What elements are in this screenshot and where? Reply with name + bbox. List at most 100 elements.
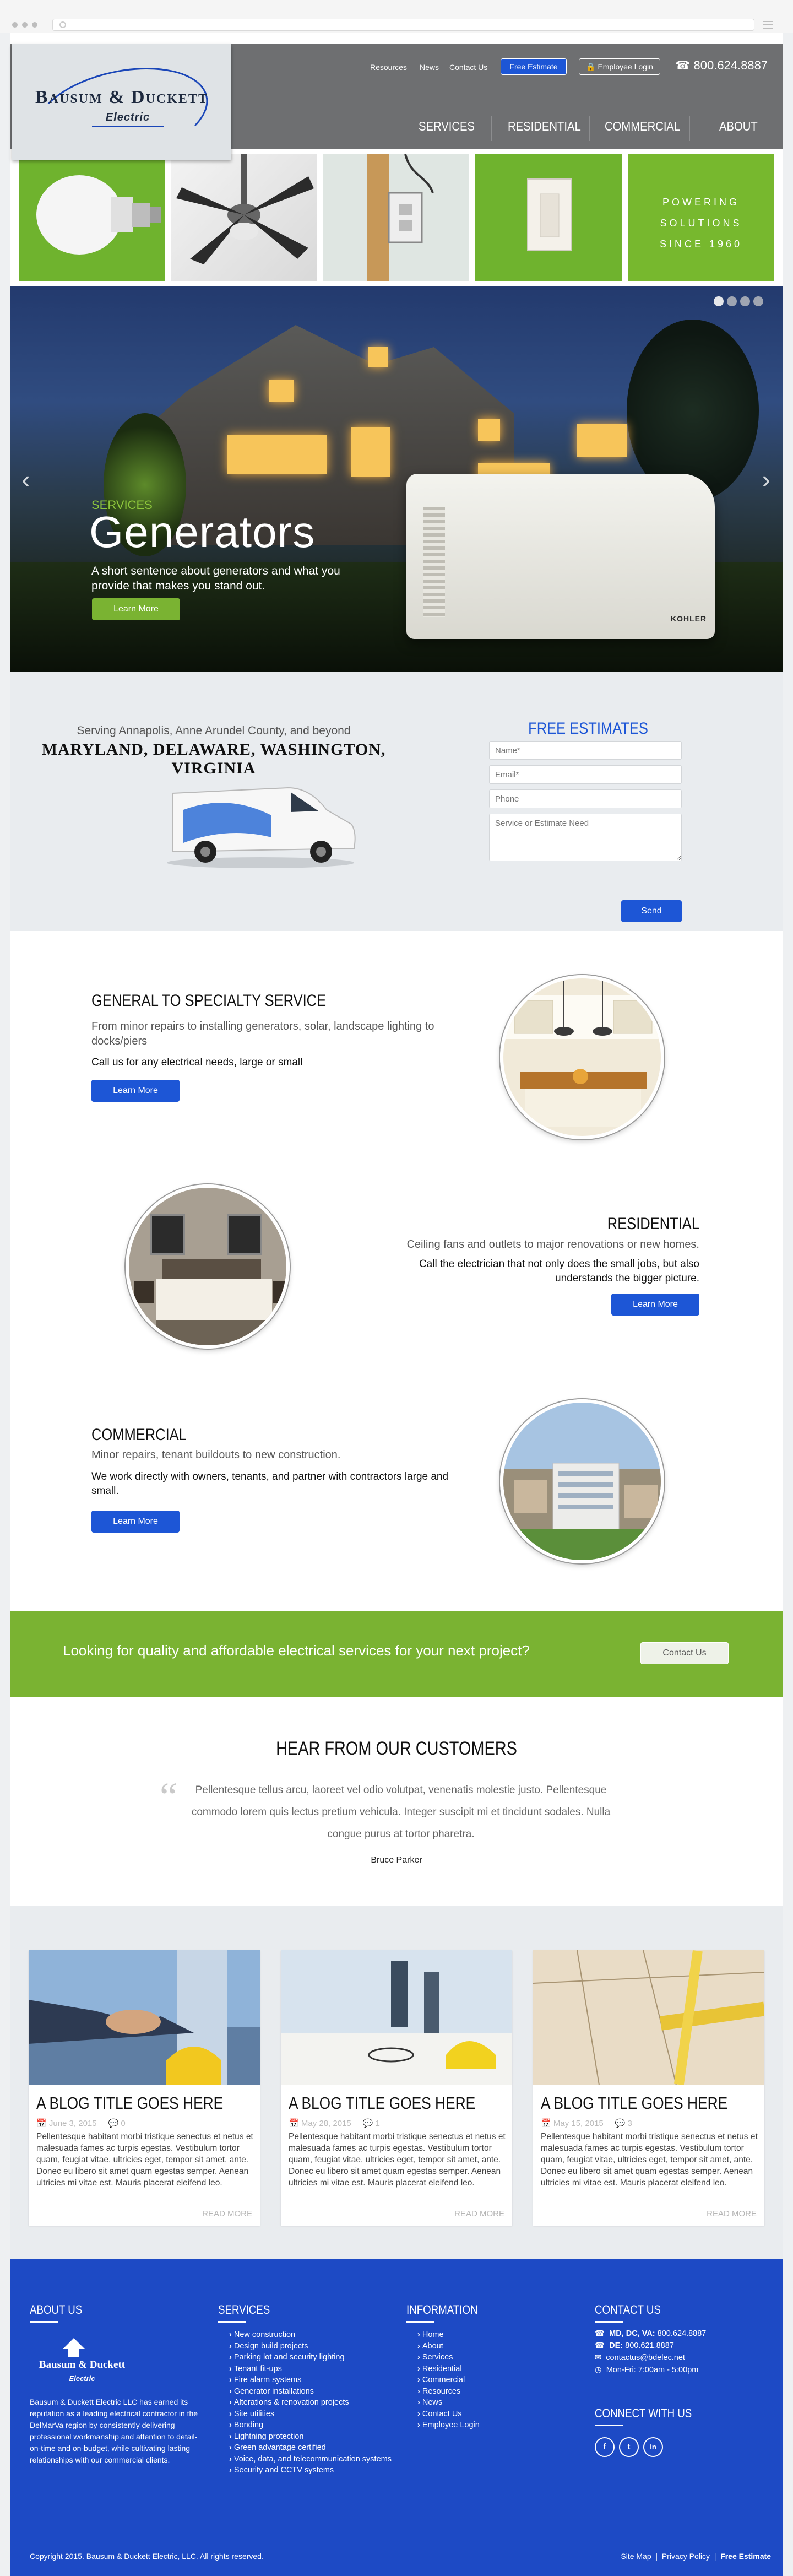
phone-field[interactable] (489, 789, 682, 808)
footer-info-link[interactable]: Employee Login (417, 2420, 480, 2431)
footer-heading: CONNECT WITH US (595, 2406, 692, 2426)
name-field[interactable] (489, 741, 682, 760)
send-button[interactable]: Send (621, 900, 682, 922)
read-more-link[interactable]: READ MORE (202, 2209, 252, 2218)
contact-phone-de[interactable]: ☎ DE: 800.621.8887 (595, 2341, 674, 2350)
footer-service-link[interactable]: Site utilities (229, 2409, 392, 2420)
facebook-icon[interactable]: f (595, 2437, 615, 2457)
blog-excerpt: Pellentesque habitant morbi tristique se… (36, 2132, 253, 2188)
slider-dot[interactable] (740, 296, 750, 306)
hamburger-menu-icon[interactable] (763, 21, 773, 29)
blog-card[interactable]: A BLOG TITLE GOES HERE 📅 May 15, 2015 💬 … (533, 1950, 764, 2226)
phone-icon: ☎ (595, 2341, 605, 2350)
contact-value: contactus@bdelec.net (606, 2353, 685, 2362)
nav-residential[interactable]: RESIDENTIAL (508, 119, 581, 134)
logo-electric: Electric (84, 111, 172, 127)
comment-icon: 💬 (108, 2119, 119, 2128)
footer-service-link[interactable]: Lightning protection (229, 2431, 392, 2443)
service-area-text: Serving Annapolis, Anne Arundel County, … (77, 724, 351, 737)
blog-meta: 📅 May 15, 2015 💬 3 (541, 2118, 632, 2128)
service-subtitle: From minor repairs to installing generat… (91, 1020, 434, 1047)
slider-dot[interactable] (727, 296, 737, 306)
phone-label: 800.624.8887 (693, 58, 768, 72)
footer-heading: CONTACT US (595, 2303, 661, 2323)
sitemap-link[interactable]: Site Map (621, 2552, 651, 2561)
contact-phone-md[interactable]: ☎ MD, DC, VA: 800.624.8887 (595, 2329, 706, 2338)
blog-comment-count: 3 (627, 2119, 632, 2128)
footer-service-link[interactable]: Fire alarm systems (229, 2374, 392, 2386)
top-link-resources[interactable]: Resources (370, 63, 407, 72)
footer-service-link[interactable]: Green advantage certified (229, 2442, 392, 2454)
slider-next-icon[interactable]: › (758, 466, 774, 493)
footer-service-link[interactable]: Security and CCTV systems (229, 2465, 392, 2476)
footer-info-link[interactable]: Contact Us (417, 2409, 480, 2420)
service-title: GENERAL TO SPECIALTY SERVICE (91, 992, 327, 1010)
footer-service-link[interactable]: Alterations & renovation projects (229, 2397, 392, 2409)
phone-number[interactable]: ☎ 800.624.8887 (675, 58, 768, 73)
blog-image-handshake (29, 1950, 260, 2085)
service-learn-more-button[interactable]: Learn More (91, 1080, 180, 1102)
twitter-icon[interactable]: t (619, 2437, 639, 2457)
contact-email[interactable]: ✉ contactus@bdelec.net (595, 2353, 685, 2362)
footer-info-link[interactable]: Resources (417, 2386, 480, 2398)
address-bar[interactable] (52, 19, 754, 31)
read-more-link[interactable]: READ MORE (707, 2209, 757, 2218)
footer-service-link[interactable]: Bonding (229, 2420, 392, 2431)
footer-service-link[interactable]: Parking lot and security lighting (229, 2352, 392, 2363)
footer-service-link[interactable]: Tenant fit-ups (229, 2363, 392, 2375)
footer-info-link[interactable]: Services (417, 2352, 480, 2363)
footer-service-link[interactable]: Voice, data, and telecommunication syste… (229, 2454, 392, 2465)
footer-service-link[interactable]: New construction (229, 2329, 392, 2341)
footer-service-link[interactable]: Generator installations (229, 2386, 392, 2398)
blog-title[interactable]: A BLOG TITLE GOES HERE (289, 2093, 475, 2113)
ceiling-fan-image (171, 154, 317, 281)
footer-logo[interactable]: Bausum & Duckett Electric (30, 2333, 134, 2385)
footer-logo-name: Bausum & Duckett (39, 2359, 126, 2371)
footer-info-link[interactable]: Commercial (417, 2374, 480, 2386)
contact-label: MD, DC, VA: (609, 2329, 655, 2338)
read-more-link[interactable]: READ MORE (454, 2209, 504, 2218)
footer-heading: INFORMATION (406, 2303, 478, 2323)
contact-value: 800.624.8887 (657, 2329, 707, 2338)
estimate-form-title: FREE ESTIMATES (528, 719, 648, 738)
phone-icon: ☎ (675, 58, 691, 72)
service-text: Call us for any electrical needs, large … (91, 1057, 303, 1068)
footer-info-link[interactable]: Residential (417, 2363, 480, 2375)
nav-services[interactable]: SERVICES (419, 119, 475, 134)
linkedin-icon[interactable]: in (643, 2437, 663, 2457)
slider-dot[interactable] (753, 296, 763, 306)
address-bar-icon (59, 21, 66, 28)
slider-dot[interactable] (714, 296, 724, 306)
employee-login-button[interactable]: 🔒 Employee Login (579, 58, 660, 75)
message-field[interactable] (489, 814, 682, 861)
blog-card[interactable]: A BLOG TITLE GOES HERE 📅 May 28, 2015 💬 … (281, 1950, 512, 2226)
service-text: Call the electrician that not only does … (419, 1258, 699, 1284)
slider-prev-icon[interactable]: ‹ (18, 466, 34, 493)
footer-free-estimate-link[interactable]: Free Estimate (720, 2552, 771, 2561)
window-dot-icon (32, 22, 37, 28)
contact-us-button[interactable]: Contact Us (640, 1642, 729, 1664)
footer-info-list: Home About Services Residential Commerci… (417, 2329, 480, 2431)
top-link-news[interactable]: News (420, 63, 439, 72)
site-logo[interactable]: Bausum & Duckett Electric (12, 44, 231, 176)
blog-title[interactable]: A BLOG TITLE GOES HERE (36, 2093, 223, 2113)
nav-commercial[interactable]: COMMERCIAL (605, 119, 680, 134)
blog-comment-count: 1 (375, 2119, 380, 2128)
free-estimate-button[interactable]: Free Estimate (501, 58, 567, 75)
service-learn-more-button[interactable]: Learn More (611, 1294, 699, 1316)
footer-service-link[interactable]: Design build projects (229, 2341, 392, 2352)
service-learn-more-button[interactable]: Learn More (91, 1511, 180, 1533)
top-link-contact[interactable]: Contact Us (449, 63, 487, 72)
footer-info-link[interactable]: Home (417, 2329, 480, 2341)
email-field[interactable] (489, 765, 682, 784)
privacy-policy-link[interactable]: Privacy Policy (662, 2552, 710, 2561)
footer-info-link[interactable]: News (417, 2397, 480, 2409)
blog-card[interactable]: A BLOG TITLE GOES HERE 📅 June 3, 2015 💬 … (29, 1950, 260, 2226)
nav-about[interactable]: ABOUT (719, 119, 758, 134)
footer-info-link[interactable]: About (417, 2341, 480, 2352)
service-van-image (161, 771, 360, 870)
blog-title[interactable]: A BLOG TITLE GOES HERE (541, 2093, 727, 2113)
blog-excerpt: Pellentesque habitant morbi tristique se… (289, 2132, 506, 2188)
hero-learn-more-button[interactable]: Learn More (92, 598, 180, 620)
quote-icon: “ (160, 1774, 177, 1819)
